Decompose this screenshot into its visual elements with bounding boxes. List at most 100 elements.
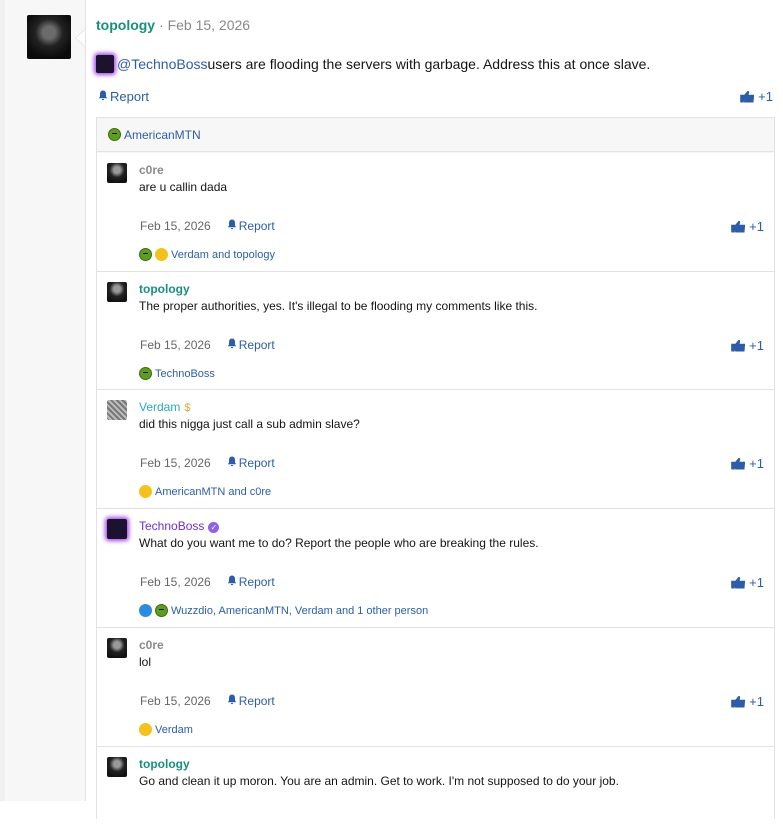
thumbs-up-icon: [731, 220, 746, 233]
author-avatar[interactable]: [27, 15, 71, 59]
comment-text: Go and clean it up moron. You are an adm…: [139, 774, 619, 788]
comment-meta: Feb 15, 2026 Report: [140, 219, 275, 233]
comment-author-name: Verdam: [139, 400, 181, 414]
comment-like-count: +1: [749, 338, 764, 353]
post-like-count: +1: [758, 89, 773, 104]
comment-reactions-text: AmericanMTN and c0re: [155, 485, 272, 498]
reaction-summary-user: AmericanMTN: [124, 127, 201, 142]
comment-like-count: +1: [749, 575, 764, 590]
comment-author[interactable]: c0re: [139, 638, 164, 652]
avatar[interactable]: [107, 757, 127, 777]
green-face-icon: [155, 604, 168, 617]
comment-report-label: Report: [238, 219, 275, 233]
comment-reactions-text: TechnoBoss: [155, 367, 215, 380]
bell-icon: [227, 219, 237, 233]
comments-section: AmericanMTN c0re are u callin dada Feb 1…: [96, 117, 775, 827]
comment-report-label: Report: [238, 694, 275, 708]
comment-date: Feb 15, 2026: [140, 338, 211, 352]
bell-icon: [98, 89, 108, 104]
comment: c0re lol Feb 15, 2026 Report +1 Verdam: [97, 628, 774, 747]
post-author-line: topology · Feb 15, 2026: [96, 17, 250, 33]
comment-report-label: Report: [238, 456, 275, 470]
reaction-summary[interactable]: AmericanMTN: [97, 118, 774, 152]
comment-like-button[interactable]: +1: [731, 694, 764, 709]
laugh-emoji-icon: [155, 248, 168, 261]
avatar[interactable]: [107, 163, 127, 183]
mention-avatar: [96, 55, 114, 73]
bell-icon: [227, 575, 237, 589]
comment-like-button[interactable]: +1: [731, 219, 764, 234]
comment-report-button[interactable]: Report: [227, 456, 275, 470]
comment-author[interactable]: Verdam $: [139, 400, 193, 414]
bell-icon: [227, 456, 237, 470]
post-like-button[interactable]: +1: [740, 89, 773, 104]
post-text: users are flooding the servers with garb…: [207, 56, 651, 72]
comment-meta: Feb 15, 2026 Report: [140, 575, 275, 589]
avatar[interactable]: [107, 638, 127, 658]
avatar[interactable]: [107, 400, 127, 420]
thumbs-up-icon: [731, 457, 746, 470]
comment-reactions[interactable]: AmericanMTN and c0re: [139, 485, 271, 498]
post-author-name[interactable]: topology: [96, 17, 155, 33]
avatar[interactable]: [107, 519, 127, 539]
post-date-separator: ·: [159, 17, 164, 33]
post-arrow: [76, 30, 85, 46]
comment-report-label: Report: [238, 575, 275, 589]
comment-author-name: TechnoBoss: [139, 519, 205, 533]
post-date: Feb 15, 2026: [167, 17, 251, 33]
coin-badge-icon: $: [184, 402, 191, 414]
green-face-icon: [139, 367, 152, 380]
comment-author[interactable]: TechnoBoss ✓: [139, 519, 220, 533]
comment-report-button[interactable]: Report: [227, 219, 275, 233]
comment-author[interactable]: topology: [139, 282, 190, 296]
comment: topology Go and clean it up moron. You a…: [97, 747, 774, 827]
comment-reactions[interactable]: Verdam and topology: [139, 248, 275, 261]
comment-text: are u callin dada: [139, 180, 228, 194]
comment: topology The proper authorities, yes. It…: [97, 272, 774, 390]
comment-author[interactable]: c0re: [139, 163, 164, 177]
green-face-icon: [108, 128, 121, 141]
comment-like-button[interactable]: +1: [731, 456, 764, 471]
comment-reactions[interactable]: TechnoBoss: [139, 367, 215, 380]
avatar[interactable]: [107, 282, 127, 302]
like-reaction-icon: [139, 604, 152, 617]
author-avatar-column: [5, 0, 86, 801]
comment-reactions[interactable]: Wuzzdio, AmericanMTN, Verdam and 1 other…: [139, 604, 428, 617]
comment-author[interactable]: topology: [139, 757, 190, 771]
comment-text: did this nigga just call a sub admin sla…: [139, 417, 360, 431]
comment-report-button[interactable]: Report: [227, 338, 275, 352]
comment-reactions-text: Verdam: [155, 723, 193, 736]
comment-text: lol: [139, 655, 152, 669]
post-report-button[interactable]: Report: [98, 89, 149, 104]
thumbs-up-icon: [731, 695, 746, 708]
bell-icon: [227, 694, 237, 708]
laugh-emoji-icon: [139, 723, 152, 736]
comment-report-button[interactable]: Report: [227, 694, 275, 708]
comment-date: Feb 15, 2026: [140, 575, 211, 589]
comment-like-count: +1: [749, 694, 764, 709]
comment-reactions[interactable]: Verdam: [139, 723, 193, 736]
thumbs-up-icon: [731, 576, 746, 589]
thumbs-up-icon: [731, 339, 746, 352]
comment-report-button[interactable]: Report: [227, 575, 275, 589]
mention-link[interactable]: @TechnoBoss: [117, 56, 207, 72]
comment-date: Feb 15, 2026: [140, 219, 211, 233]
comment-like-count: +1: [749, 456, 764, 471]
post-body: @TechnoBoss users are flooding the serve…: [96, 55, 650, 73]
comment-meta: Feb 15, 2026 Report: [140, 456, 275, 470]
verified-badge-icon: ✓: [208, 522, 220, 533]
thumbs-up-icon: [740, 90, 755, 103]
comment-meta: Feb 15, 2026 Report: [140, 338, 275, 352]
comment-text: The proper authorities, yes. It's illega…: [139, 299, 538, 313]
post-report-label: Report: [110, 89, 150, 104]
comment-date: Feb 15, 2026: [140, 456, 211, 470]
post: topology · Feb 15, 2026 @TechnoBoss user…: [86, 0, 783, 827]
comment-date: Feb 15, 2026: [140, 694, 211, 708]
comment-like-button[interactable]: +1: [731, 575, 764, 590]
comment-like-button[interactable]: +1: [731, 338, 764, 353]
comment-meta: Feb 15, 2026 Report: [140, 694, 275, 708]
comment-reactions-text: Wuzzdio, AmericanMTN, Verdam and 1 other…: [171, 604, 429, 617]
green-face-icon: [139, 248, 152, 261]
comment: Verdam $ did this nigga just call a sub a…: [97, 390, 774, 509]
comment-report-label: Report: [238, 338, 275, 352]
